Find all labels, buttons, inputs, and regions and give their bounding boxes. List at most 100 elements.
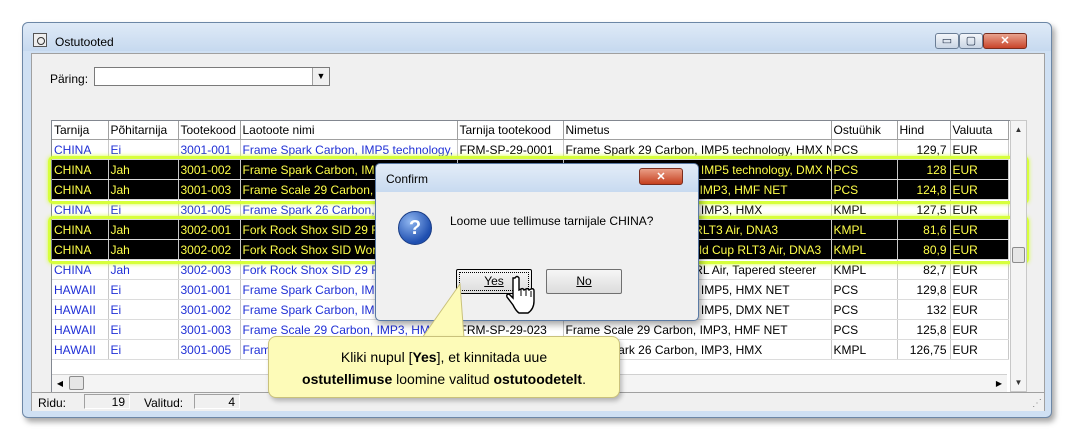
table-cell[interactable]: EUR <box>950 319 1009 340</box>
vertical-scroll-thumb[interactable] <box>1012 247 1025 263</box>
table-cell[interactable]: 3001-001 <box>178 279 241 300</box>
table-cell[interactable]: Jah <box>108 219 179 240</box>
maximize-button[interactable]: ▢ <box>959 33 983 49</box>
no-button[interactable]: No <box>546 269 622 294</box>
table-cell[interactable]: CHINA <box>52 219 109 240</box>
table-cell[interactable]: EUR <box>950 279 1009 300</box>
table-cell[interactable]: 125,8 <box>897 319 951 340</box>
table-cell[interactable]: CHINA <box>52 239 109 260</box>
table-cell[interactable]: Jah <box>108 239 179 260</box>
table-cell[interactable]: CHINA <box>52 179 109 200</box>
table-cell[interactable]: KMPL <box>831 339 898 360</box>
table-cell[interactable]: PCS <box>831 159 898 180</box>
table-cell[interactable]: EUR <box>950 239 1009 260</box>
table-cell[interactable]: 3001-001 <box>178 139 241 160</box>
table-cell[interactable]: EUR <box>950 339 1009 360</box>
table-cell[interactable]: EUR <box>950 199 1009 220</box>
table-cell[interactable]: HAWAII <box>52 279 109 300</box>
table-cell[interactable]: 129,7 <box>897 139 951 160</box>
table-cell[interactable]: Frame Spark Carbon, IMP5 technology, H <box>240 139 458 160</box>
column-header[interactable]: Hind <box>897 121 951 140</box>
table-cell[interactable]: 124,8 <box>897 179 951 200</box>
table-cell[interactable]: CHINA <box>52 199 109 220</box>
table-cell[interactable]: 3002-001 <box>178 219 241 240</box>
dialog-title-bar[interactable]: Confirm ✕ <box>376 164 698 192</box>
table-cell[interactable]: Jah <box>108 179 179 200</box>
column-header[interactable]: Valuuta <box>950 121 1009 140</box>
dialog-close-button[interactable]: ✕ <box>639 168 683 185</box>
table-cell[interactable]: 3001-003 <box>178 179 241 200</box>
table-cell[interactable]: EUR <box>950 159 1009 180</box>
table-cell[interactable]: 3001-005 <box>178 199 241 220</box>
table-cell[interactable]: EUR <box>950 219 1009 240</box>
dialog-title: Confirm <box>386 172 429 186</box>
table-cell[interactable]: 81,6 <box>897 219 951 240</box>
table-cell[interactable]: KMPL <box>831 239 898 260</box>
table-cell[interactable]: 126,75 <box>897 339 951 360</box>
table-cell[interactable]: Ei <box>108 199 179 220</box>
query-label: Päring: <box>50 72 89 86</box>
scroll-left-icon[interactable]: ◀ <box>52 375 68 392</box>
table-cell[interactable]: Ei <box>108 299 179 320</box>
table-cell[interactable]: PCS <box>831 299 898 320</box>
table-cell[interactable]: 128 <box>897 159 951 180</box>
table-cell[interactable]: HAWAII <box>52 319 109 340</box>
scroll-down-icon[interactable]: ▼ <box>1011 374 1026 391</box>
horizontal-scroll-thumb[interactable] <box>69 376 84 390</box>
column-header[interactable]: Tootekood <box>178 121 241 140</box>
table-cell[interactable]: CHINA <box>52 159 109 180</box>
table-cell[interactable]: 3002-003 <box>178 259 241 280</box>
column-header[interactable]: Tarnija <box>52 121 109 140</box>
table-cell[interactable]: PCS <box>831 319 898 340</box>
table-cell[interactable]: PCS <box>831 279 898 300</box>
table-cell[interactable]: 3001-002 <box>178 299 241 320</box>
column-header[interactable]: Tarnija tootekood <box>457 121 564 140</box>
table-cell[interactable]: EUR <box>950 259 1009 280</box>
table-cell[interactable]: CHINA <box>52 139 109 160</box>
table-cell[interactable]: 82,7 <box>897 259 951 280</box>
table-cell[interactable]: Ei <box>108 279 179 300</box>
table-cell[interactable]: EUR <box>950 179 1009 200</box>
resize-grip-icon[interactable]: ⋰ <box>1032 398 1042 409</box>
table-cell[interactable]: 3001-002 <box>178 159 241 180</box>
table-cell[interactable]: EUR <box>950 139 1009 160</box>
table-cell[interactable]: 3001-003 <box>178 319 241 340</box>
table-cell[interactable]: PCS <box>831 139 898 160</box>
hint-text: loomine valitud <box>392 371 494 387</box>
query-dropdown[interactable]: ▼ <box>94 67 330 86</box>
table-cell[interactable]: Ei <box>108 139 179 160</box>
column-header[interactable]: Põhitarnija <box>108 121 179 140</box>
column-header[interactable]: Laotoote nimi <box>240 121 458 140</box>
vertical-scrollbar[interactable]: ▲ ▼ <box>1010 120 1027 392</box>
table-cell[interactable]: HAWAII <box>52 339 109 360</box>
table-cell[interactable]: Ei <box>108 339 179 360</box>
table-cell[interactable]: KMPL <box>831 259 898 280</box>
column-header[interactable]: Nimetus <box>563 121 832 140</box>
table-row[interactable]: CHINA Ei 3001-001 Frame Spark Carbon, IMP5 … <box>52 139 1009 160</box>
table-cell[interactable]: HAWAII <box>52 299 109 320</box>
table-cell[interactable]: 3002-002 <box>178 239 241 260</box>
table-cell[interactable]: Jah <box>108 259 179 280</box>
table-cell[interactable]: 127,5 <box>897 199 951 220</box>
chevron-down-icon[interactable]: ▼ <box>312 68 329 85</box>
table-cell[interactable]: Frame Spark 29 Carbon, IMP5 technology, … <box>563 139 832 160</box>
table-cell[interactable]: 132 <box>897 299 951 320</box>
scroll-up-icon[interactable]: ▲ <box>1011 121 1026 138</box>
table-cell[interactable]: 3001-005 <box>178 339 241 360</box>
scroll-right-icon[interactable]: ▶ <box>991 375 1007 392</box>
table-cell[interactable]: Ei <box>108 319 179 340</box>
close-button[interactable]: ✕ <box>983 33 1027 49</box>
close-icon: ✕ <box>656 171 666 183</box>
table-cell[interactable]: KMPL <box>831 219 898 240</box>
column-header[interactable]: Ostuühik <box>831 121 898 140</box>
minimize-button[interactable]: ▭ <box>935 33 959 49</box>
table-cell[interactable]: CHINA <box>52 259 109 280</box>
table-cell[interactable]: PCS <box>831 179 898 200</box>
table-cell[interactable]: 80,9 <box>897 239 951 260</box>
table-cell[interactable]: FRM-SP-29-0001 <box>457 139 564 160</box>
title-bar[interactable]: Ostutooted ▭ ▢ ✕ <box>23 23 1051 51</box>
table-cell[interactable]: 129,8 <box>897 279 951 300</box>
table-cell[interactable]: Jah <box>108 159 179 180</box>
table-cell[interactable]: KMPL <box>831 199 898 220</box>
table-cell[interactable]: EUR <box>950 299 1009 320</box>
